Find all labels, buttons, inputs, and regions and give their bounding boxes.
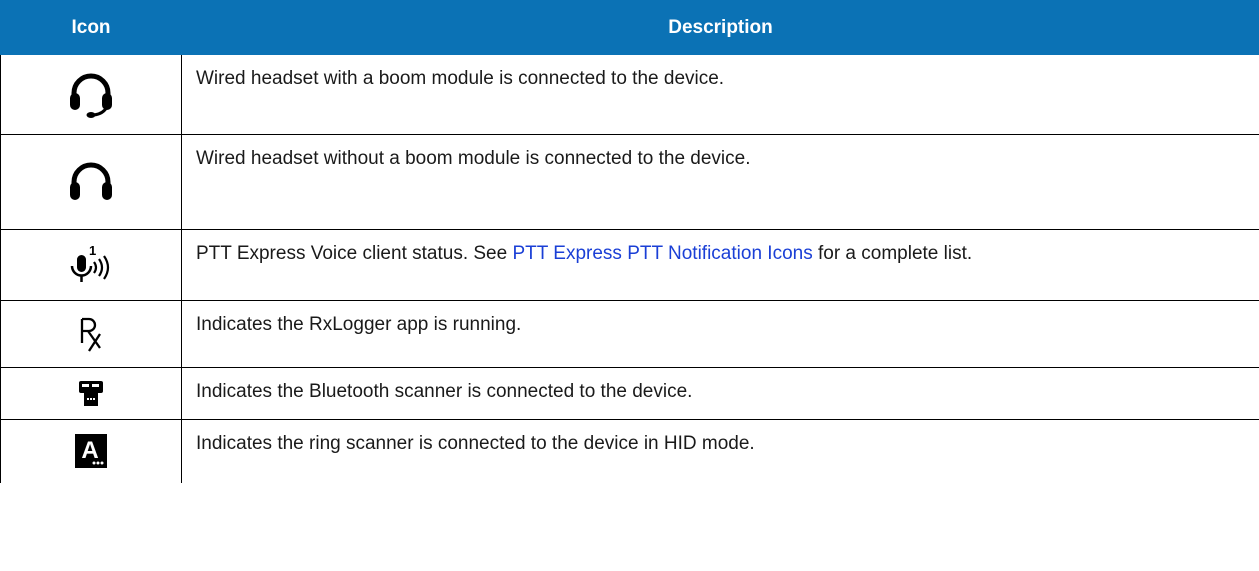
icon-cell	[0, 134, 182, 230]
icon-cell	[0, 54, 182, 135]
row-description: Wired headset with a boom module is conn…	[181, 54, 1259, 135]
icon-cell	[0, 300, 182, 368]
bluetooth-scanner-icon	[79, 380, 103, 406]
row-description: Indicates the Bluetooth scanner is conne…	[181, 367, 1259, 420]
table-row: Wired headset with a boom module is conn…	[0, 54, 1259, 135]
description-text: PTT Express Voice client status. See	[196, 243, 513, 264]
table-header-row: Icon Description	[0, 0, 1259, 55]
ring-scanner-letter: A	[81, 437, 98, 464]
table-row: 1 PTT Express Voice client status. See P…	[0, 229, 1259, 301]
row-description: Indicates the ring scanner is connected …	[181, 419, 1259, 483]
ring-scanner-hid-icon: A	[75, 434, 107, 469]
rx-icon	[78, 317, 104, 352]
table-row: Wired headset without a boom module is c…	[0, 134, 1259, 230]
icon-cell: A	[0, 419, 182, 483]
row-description: Wired headset without a boom module is c…	[181, 134, 1259, 230]
icon-description-table: Icon Description Wired headset with a bo…	[0, 0, 1259, 483]
headset-boom-icon	[69, 73, 113, 118]
icon-cell	[0, 367, 182, 420]
header-description: Description	[181, 0, 1259, 55]
table-row: Indicates the RxLogger app is running.	[0, 300, 1259, 368]
ptt-notification-icons-link[interactable]: PTT Express PTT Notification Icons	[512, 243, 812, 264]
row-description: PTT Express Voice client status. See PTT…	[181, 229, 1259, 301]
table-row: A Indicates the ring scanner is connecte…	[0, 419, 1259, 483]
table-row: Indicates the Bluetooth scanner is conne…	[0, 367, 1259, 420]
header-icon: Icon	[0, 0, 182, 55]
icon-cell: 1	[0, 229, 182, 301]
description-text: for a complete list.	[812, 243, 973, 264]
ptt-voice-icon: 1	[68, 244, 114, 282]
row-description: Indicates the RxLogger app is running.	[181, 300, 1259, 368]
headset-icon	[69, 162, 113, 200]
ptt-superscript: 1	[89, 244, 96, 258]
